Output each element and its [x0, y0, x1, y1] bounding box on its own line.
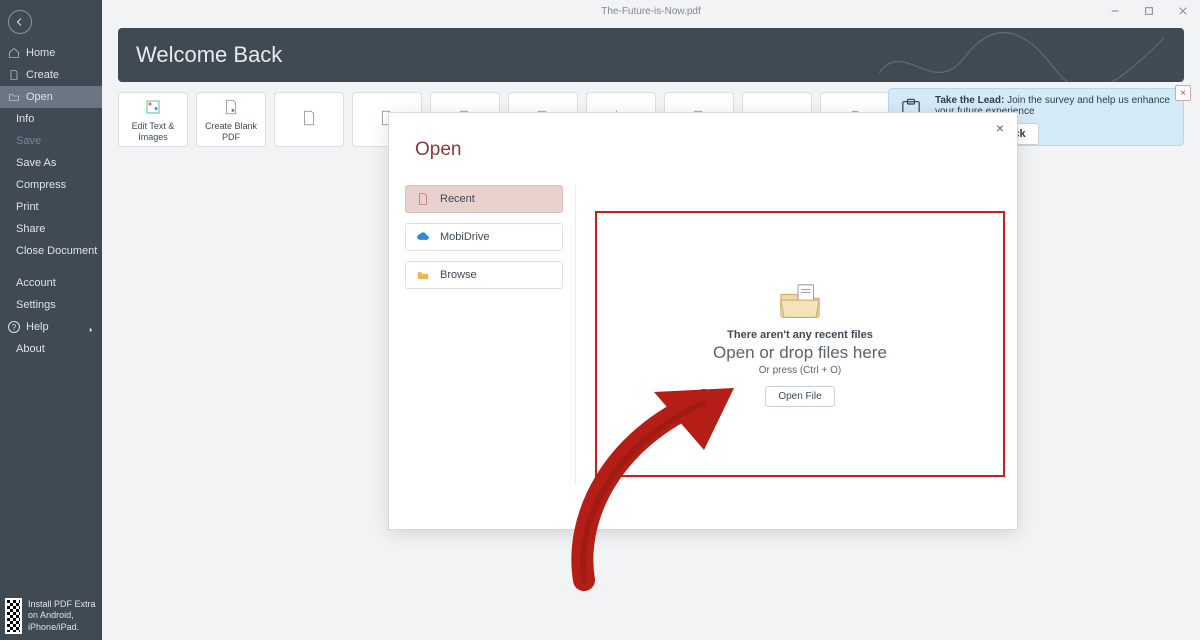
tile-label: Create Blank PDF [197, 121, 265, 143]
label: About [16, 343, 45, 355]
qr-code-icon [5, 598, 22, 634]
signature-decoration [874, 28, 1174, 82]
label: Info [16, 113, 34, 125]
arrow-left-icon [14, 16, 26, 28]
folder-document-icon [777, 281, 823, 321]
tile-tool-3[interactable] [274, 92, 344, 147]
welcome-banner: Welcome Back [118, 28, 1184, 82]
sidebar-item-open[interactable]: Open [0, 86, 102, 108]
document-icon [416, 192, 430, 206]
dialog-title: Open [415, 139, 461, 161]
promo-text: Install PDF Extra on Android, iPhone/iPa… [28, 599, 97, 633]
chevron-right-icon [88, 324, 94, 330]
sidebar-item-home[interactable]: Home [0, 42, 102, 64]
back-button[interactable] [8, 10, 32, 34]
sidebar-item-account[interactable]: Account [0, 272, 102, 294]
sidebar-item-closedoc[interactable]: Close Document [0, 240, 102, 262]
label: Settings [16, 299, 56, 311]
welcome-title: Welcome Back [136, 42, 282, 68]
edit-icon [143, 97, 163, 117]
label: Share [16, 223, 45, 235]
folder-icon [416, 268, 430, 282]
sidebar-item-about[interactable]: About [0, 338, 102, 360]
label: Save [16, 135, 41, 147]
file-menu-sidebar: Home Create Open Info Save Save As Compr… [0, 0, 102, 640]
dialog-close-button[interactable]: × [991, 119, 1009, 137]
open-dialog-sidebar: Recent MobiDrive Browse [405, 185, 563, 289]
sidebar-item-help[interactable]: ? Help [0, 316, 102, 338]
sidebar-item-info[interactable]: Info [0, 108, 102, 130]
label: Print [16, 201, 39, 213]
promo-install-mobile[interactable]: Install PDF Extra on Android, iPhone/iPa… [5, 598, 97, 634]
main-area: The-Future-is-Now.pdf Welcome Back Edit … [102, 0, 1200, 640]
sidebar-item-create[interactable]: Create [0, 64, 102, 86]
tile-edit-text-images[interactable]: Edit Text & Images [118, 92, 188, 147]
folder-open-icon [8, 91, 20, 103]
home-icon [8, 47, 20, 59]
window-maximize-button[interactable] [1132, 0, 1166, 22]
drop-headline: Open or drop files here [713, 343, 887, 363]
label: Create [26, 69, 59, 81]
open-source-browse[interactable]: Browse [405, 261, 563, 289]
sidebar-item-saveas[interactable]: Save As [0, 152, 102, 174]
open-dialog: Open × Recent MobiDrive Browse [388, 112, 1018, 530]
label: MobiDrive [440, 231, 490, 243]
window-minimize-button[interactable] [1098, 0, 1132, 22]
sidebar-item-share[interactable]: Share [0, 218, 102, 240]
label: Browse [440, 269, 477, 281]
label: Save As [16, 157, 56, 169]
open-source-recent[interactable]: Recent [405, 185, 563, 213]
label: Close Document [16, 245, 97, 257]
label: Open [26, 91, 53, 103]
tile-label: Edit Text & Images [119, 121, 187, 143]
tile-create-blank-pdf[interactable]: Create Blank PDF [196, 92, 266, 147]
window-close-button[interactable] [1166, 0, 1200, 22]
label: Compress [16, 179, 66, 191]
sidebar-item-settings[interactable]: Settings [0, 294, 102, 316]
label: Recent [440, 193, 475, 205]
document-icon [8, 69, 20, 81]
drop-zone[interactable]: There aren't any recent files Open or dr… [595, 211, 1005, 477]
label: Help [26, 321, 49, 333]
document-title: The-Future-is-Now.pdf [601, 6, 700, 17]
feedback-close-button[interactable]: × [1175, 85, 1191, 101]
help-icon: ? [8, 321, 20, 333]
open-file-button[interactable]: Open File [765, 386, 834, 407]
sidebar-item-compress[interactable]: Compress [0, 174, 102, 196]
page-icon [299, 108, 319, 128]
blank-pdf-icon [221, 97, 241, 117]
open-source-mobidrive[interactable]: MobiDrive [405, 223, 563, 251]
label: Account [16, 277, 56, 289]
feedback-lead: Take the Lead: [935, 95, 1004, 106]
label: Home [26, 47, 55, 59]
titlebar: The-Future-is-Now.pdf [102, 0, 1200, 22]
cloud-icon [416, 230, 430, 244]
drop-hint: Or press (Ctrl + O) [759, 365, 842, 376]
no-recent-text: There aren't any recent files [727, 329, 873, 341]
divider [575, 185, 576, 485]
sidebar-item-print[interactable]: Print [0, 196, 102, 218]
sidebar-item-save[interactable]: Save [0, 130, 102, 152]
